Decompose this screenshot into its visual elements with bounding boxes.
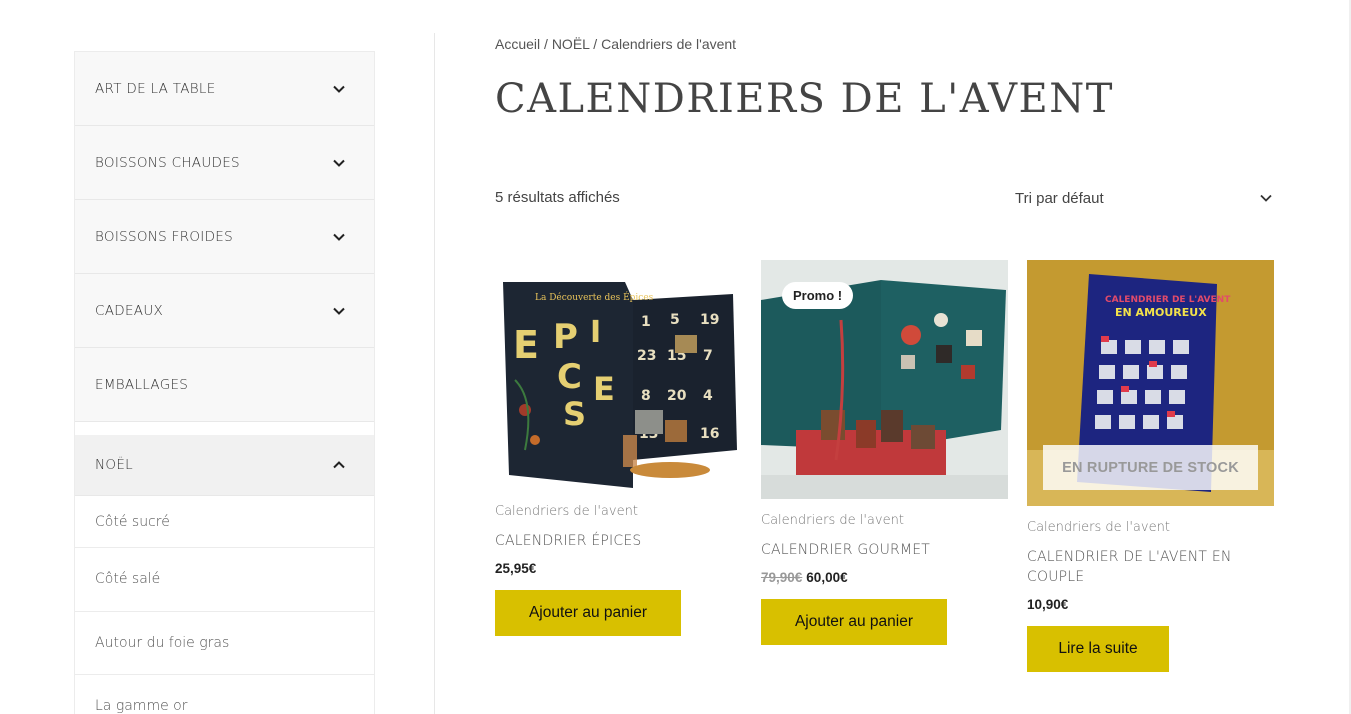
product-name[interactable]: CALENDRIER DE L'AVENT EN COUPLE	[1027, 547, 1274, 587]
chevron-up-icon[interactable]	[332, 458, 346, 472]
sidebar-item-label: ART DE LA TABLE	[95, 80, 216, 97]
product-category[interactable]: Calendriers de l'avent	[495, 504, 742, 519]
svg-text:S: S	[563, 395, 586, 433]
chevron-down-icon[interactable]	[332, 82, 346, 96]
chevron-down-icon	[1259, 191, 1273, 205]
image-title-2: EN AMOUREUX	[1115, 306, 1207, 319]
calendar-number: 4	[703, 388, 713, 404]
product-card: Promo ! Calendriers de l'avent CALENDRIE…	[761, 260, 1008, 645]
sidebar-item-label: BOISSONS CHAUDES	[95, 154, 240, 171]
product-category[interactable]: Calendriers de l'avent	[1027, 520, 1274, 535]
calendar-number: 20	[667, 388, 687, 404]
advent-calendar-spices-image: La Découverte des Épices E P I C E S 1 5…	[495, 260, 742, 490]
column-divider	[434, 33, 435, 714]
breadcrumb-home-link[interactable]: Accueil	[495, 36, 540, 52]
svg-text:I: I	[590, 315, 601, 350]
price-value: 25,95€	[495, 561, 537, 576]
sidebar-item-label: BOISSONS FROIDES	[95, 228, 233, 245]
chevron-down-icon[interactable]	[332, 304, 346, 318]
product-category[interactable]: Calendriers de l'avent	[761, 513, 1008, 528]
calendar-number: 23	[637, 348, 656, 364]
out-of-stock-overlay: EN RUPTURE DE STOCK	[1043, 445, 1258, 490]
subcategory-label: Côté sucré	[95, 513, 170, 530]
calendar-number: 1	[641, 314, 651, 330]
svg-text:E: E	[593, 370, 615, 408]
product-price: 10,90€	[1027, 597, 1274, 612]
svg-text:E: E	[513, 323, 539, 367]
sidebar-item-label: EMBALLAGES	[95, 376, 189, 393]
product-image[interactable]: La Découverte des Épices E P I C E S 1 5…	[495, 260, 742, 490]
product-card: La Découverte des Épices E P I C E S 1 5…	[495, 260, 742, 636]
calendar-number: 8	[641, 388, 651, 404]
product-name[interactable]: CALENDRIER ÉPICES	[495, 531, 742, 551]
chevron-down-icon[interactable]	[332, 156, 346, 170]
read-more-button[interactable]: Lire la suite	[1027, 626, 1169, 672]
subcategory-cote-sale[interactable]: Côté salé	[75, 548, 374, 612]
sidebar-item-boissons-froides[interactable]: BOISSONS FROIDES	[75, 200, 374, 274]
calendar-number: 7	[703, 348, 713, 364]
product-card: CALENDRIER DE L'AVENT EN AMOUREUX EN RUP…	[1027, 260, 1274, 672]
sidebar-item-emballages[interactable]: EMBALLAGES	[75, 348, 374, 422]
calendar-number: 5	[670, 312, 680, 328]
sidebar-item-cadeaux[interactable]: CADEAUX	[75, 274, 374, 348]
product-price: 25,95€	[495, 561, 742, 576]
old-price: 79,90€	[761, 570, 803, 585]
product-name[interactable]: CALENDRIER GOURMET	[761, 540, 1008, 560]
calendar-number: 19	[700, 312, 719, 328]
image-title-1: CALENDRIER DE L'AVENT	[1105, 295, 1231, 305]
price-value: 10,90€	[1027, 597, 1069, 612]
price-value: 60,00€	[806, 570, 848, 585]
breadcrumb-separator: /	[540, 36, 552, 52]
product-image[interactable]: CALENDRIER DE L'AVENT EN AMOUREUX EN RUP…	[1027, 260, 1274, 506]
add-to-cart-button[interactable]: Ajouter au panier	[495, 590, 681, 636]
breadcrumb-current: Calendriers de l'avent	[601, 36, 737, 52]
category-sidebar: ART DE LA TABLE BOISSONS CHAUDES BOISSON…	[74, 51, 375, 714]
subcategory-foie-gras[interactable]: Autour du foie gras	[75, 611, 374, 675]
product-price: 79,90€ 60,00€	[761, 570, 1008, 585]
subcategory-label: Autour du foie gras	[95, 634, 230, 651]
subcategory-gamme-or[interactable]: La gamme or	[75, 675, 374, 714]
page-title: CALENDRIERS DE L'AVENT	[495, 76, 1114, 122]
product-image[interactable]: Promo !	[761, 260, 1008, 499]
results-count: 5 résultats affichés	[495, 189, 620, 206]
promo-badge: Promo !	[782, 282, 854, 309]
breadcrumb-separator: /	[589, 36, 602, 52]
svg-text:P: P	[553, 317, 578, 357]
subcategory-label: Côté salé	[95, 571, 161, 588]
subcategory-cote-sucre[interactable]: Côté sucré	[75, 496, 374, 548]
subcategory-label: La gamme or	[95, 698, 188, 714]
chevron-down-icon[interactable]	[332, 230, 346, 244]
breadcrumb-parent-link[interactable]: NOËL	[552, 36, 590, 52]
calendar-number: 16	[700, 426, 719, 442]
sidebar-item-art-de-la-table[interactable]: ART DE LA TABLE	[75, 52, 374, 126]
svg-text:C: C	[557, 357, 582, 397]
sidebar-item-boissons-chaudes[interactable]: BOISSONS CHAUDES	[75, 126, 374, 200]
sidebar-item-label: CADEAUX	[95, 302, 164, 319]
add-to-cart-button[interactable]: Ajouter au panier	[761, 599, 947, 645]
sidebar-item-label: NOËL	[95, 457, 133, 473]
image-brand-text: La Découverte des Épices	[535, 291, 654, 303]
sort-label: Tri par défaut	[1015, 189, 1104, 207]
sidebar-item-noel[interactable]: NOËL	[75, 435, 374, 496]
breadcrumb: Accueil / NOËL / Calendriers de l'avent	[495, 36, 736, 52]
sort-select[interactable]: Tri par défaut	[1015, 186, 1273, 210]
